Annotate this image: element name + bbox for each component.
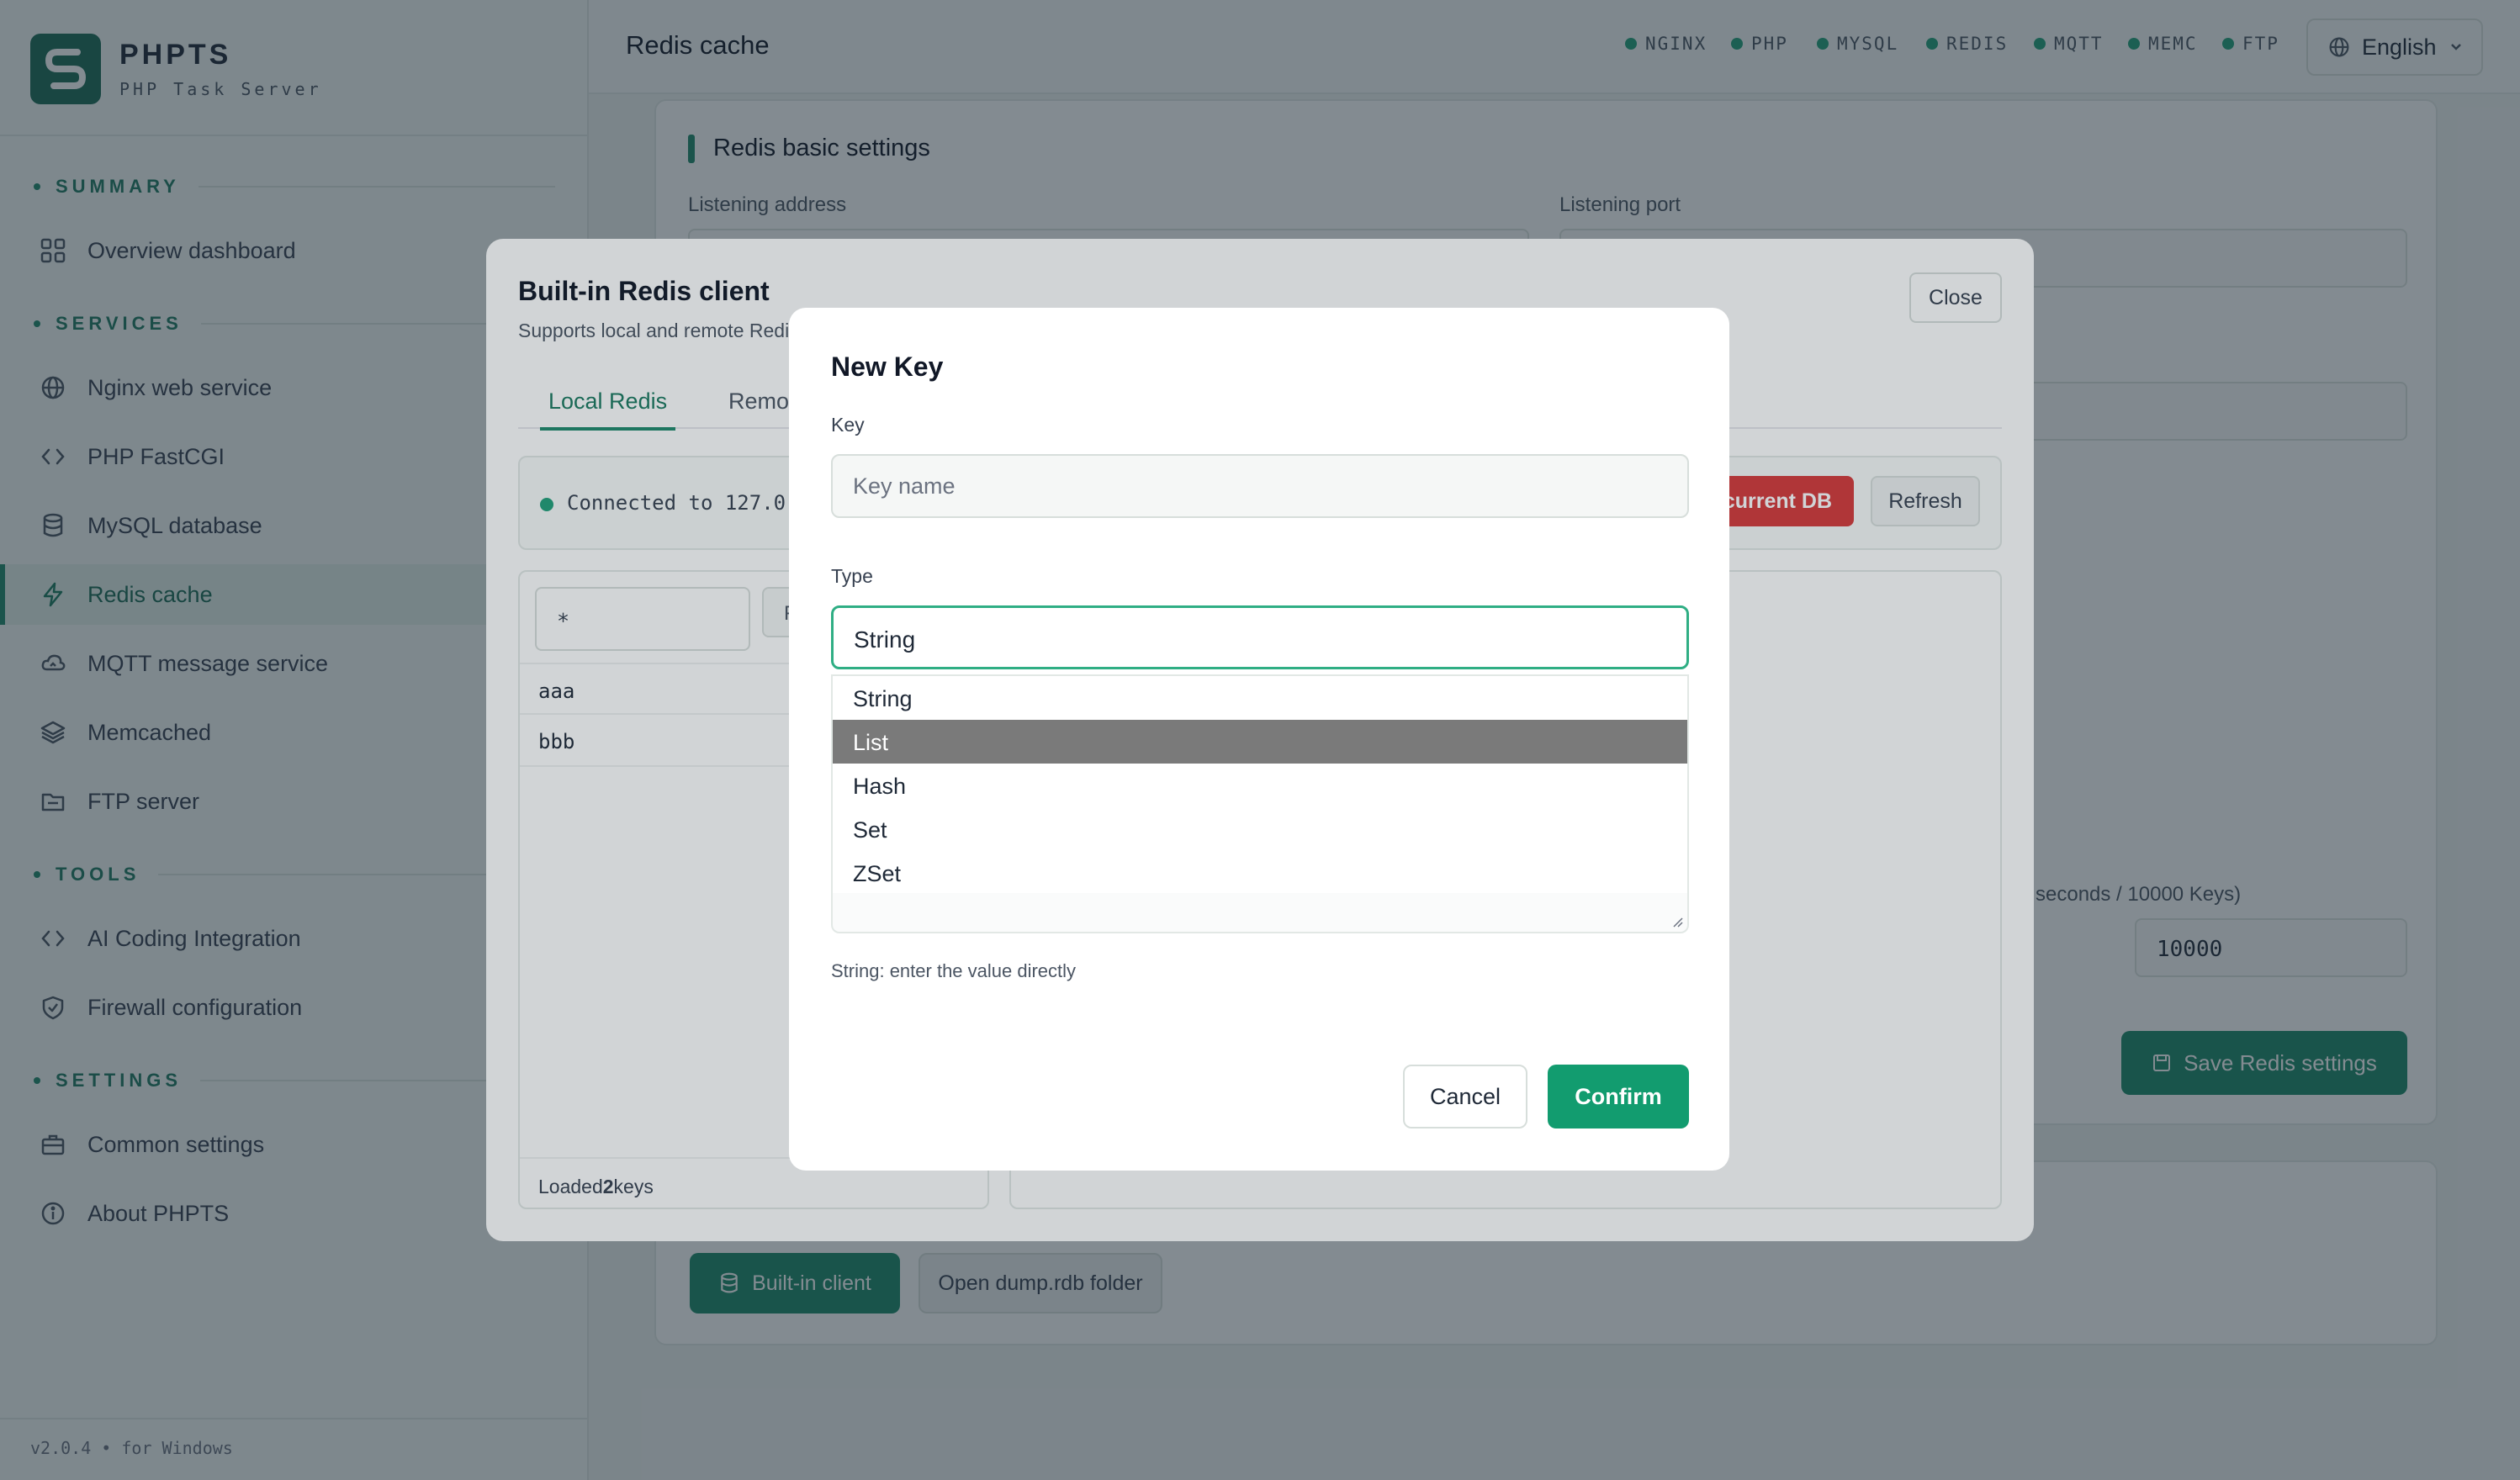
- dialog-title: New Key: [831, 352, 944, 382]
- key-name-input[interactable]: [831, 454, 1689, 518]
- type-option-hash[interactable]: Hash: [833, 764, 1687, 807]
- key-label: Key: [831, 414, 865, 436]
- cancel-button[interactable]: Cancel: [1403, 1065, 1527, 1128]
- type-dropdown-list: String List Hash Set ZSet: [831, 674, 1689, 895]
- type-select[interactable]: String: [831, 605, 1689, 669]
- type-option-list[interactable]: List: [833, 720, 1687, 764]
- confirm-button[interactable]: Confirm: [1548, 1065, 1689, 1128]
- type-hint: String: enter the value directly: [831, 960, 1077, 981]
- type-option-string[interactable]: String: [833, 676, 1687, 720]
- new-key-dialog: New Key Key Type String String List Hash…: [789, 308, 1729, 1171]
- type-label: Type: [831, 565, 873, 587]
- resize-handle-icon[interactable]: [1670, 915, 1684, 928]
- type-option-zset[interactable]: ZSet: [833, 851, 1687, 895]
- value-textarea[interactable]: [831, 893, 1689, 933]
- type-option-set[interactable]: Set: [833, 807, 1687, 851]
